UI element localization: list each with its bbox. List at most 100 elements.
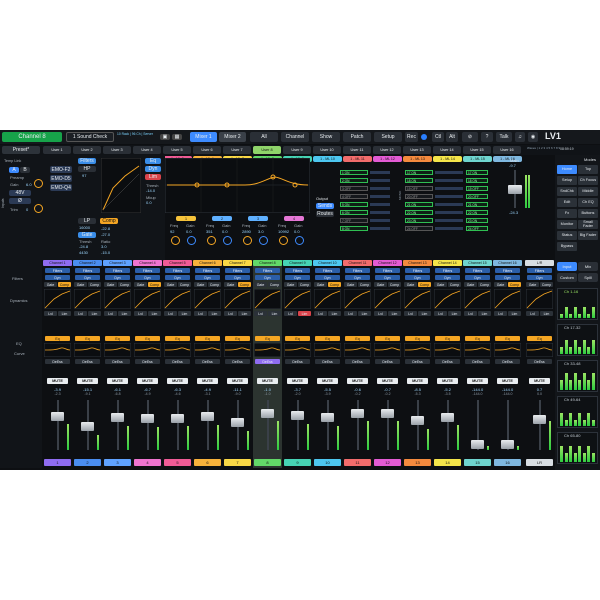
strip-1-dyn-graph[interactable] [44, 289, 71, 309]
user-layer-8[interactable]: User 8 [253, 146, 281, 154]
strip-6-eq-curve[interactable] [194, 343, 221, 357]
send-20[interactable]: 20 OFF [405, 194, 433, 199]
send-aux-6[interactable]: 22 ON [466, 210, 488, 215]
strip-13-comp[interactable]: Comp [418, 282, 431, 287]
mode-home[interactable]: Home [557, 165, 577, 174]
mode-buttons[interactable]: Buttons [578, 209, 598, 218]
strip-1-comp[interactable]: Comp [58, 282, 71, 287]
strip-1-dyn[interactable]: Dyn [45, 275, 70, 280]
strip-1-eq[interactable]: Eq [45, 336, 70, 341]
user-layer-2[interactable]: User 2 [73, 146, 101, 154]
strip-4-comp[interactable]: Comp [148, 282, 161, 287]
send-level-2[interactable] [370, 179, 390, 182]
ml-group-15[interactable]: 1 - ML 15 [463, 156, 492, 162]
strip-7-comp[interactable]: Comp [238, 282, 251, 287]
mix-layer-button[interactable]: Mix [578, 262, 598, 271]
strip-14-deess[interactable]: DeEss [435, 359, 460, 364]
strip-14-dyn[interactable]: Dyn [435, 275, 460, 280]
filters-button[interactable]: Filters [78, 158, 96, 164]
mode-bypass[interactable]: Bypass [557, 242, 577, 251]
strip-9-dyn[interactable]: Dyn [285, 275, 310, 280]
strip-4-fader-cap[interactable] [141, 414, 154, 424]
strip-lr-gate[interactable]: Gate [526, 282, 539, 287]
send-24[interactable]: 24 OFF [405, 226, 433, 231]
strip-12-lvl[interactable]: Lvl [374, 311, 387, 316]
strip-15-name[interactable]: Channel 15 [463, 260, 492, 266]
send-2[interactable]: 2 ON [340, 178, 368, 183]
user-layer-15[interactable]: User 15 [463, 146, 491, 154]
send-aux-2[interactable]: 18 ON [466, 178, 488, 183]
headphones-icon[interactable]: ♫ [515, 132, 525, 142]
eq-band-2-button[interactable]: 2 [212, 216, 232, 221]
strip-1-gate[interactable]: Gate [44, 282, 57, 287]
strip-11-dyn[interactable]: Dyn [345, 275, 370, 280]
strip-11-gate[interactable]: Gate [344, 282, 357, 287]
send-level-24[interactable] [435, 227, 463, 230]
user-layer-14[interactable]: User 14 [433, 146, 461, 154]
hp-button[interactable]: HP [78, 166, 96, 172]
strip-7-lvl[interactable]: Lvl [224, 311, 237, 316]
strip-6-number[interactable]: 6 [194, 459, 221, 466]
strip-12-fader-cap[interactable] [381, 408, 394, 418]
user-layer-9[interactable]: User 9 [283, 146, 311, 154]
strip-5-lvl[interactable]: Lvl [164, 311, 177, 316]
send-level-17[interactable] [435, 171, 463, 174]
strip-10-eq[interactable]: Eq [315, 336, 340, 341]
strip-14-mute-button[interactable]: MUTE [437, 378, 458, 384]
send-level-20[interactable] [435, 195, 463, 198]
strip-15-lim[interactable]: Lim [478, 311, 491, 316]
mode-monitor[interactable]: Monitor [557, 220, 577, 229]
strip-10-comp[interactable]: Comp [328, 282, 341, 287]
strip-6-dyn-graph[interactable] [194, 289, 221, 309]
mode-setup[interactable]: Setup [557, 176, 577, 185]
preset-button[interactable]: Preset* [2, 146, 40, 154]
sends-button[interactable]: Sends [316, 203, 334, 209]
send-7[interactable]: 7 OFF [340, 218, 368, 223]
strip-5-fader-cap[interactable] [171, 413, 184, 423]
talk-button[interactable]: Talk [496, 132, 512, 142]
strip-5-lim[interactable]: Lim [178, 311, 191, 316]
clear-solo-button[interactable]: ⊘ [462, 132, 478, 142]
strip-3-number[interactable]: 3 [104, 459, 131, 466]
strip-8-filters[interactable]: Filters [255, 268, 280, 273]
send-8[interactable]: 8 ON [340, 226, 368, 231]
strip-6-fader-cap[interactable] [201, 412, 214, 422]
phantom-button[interactable]: 48V [9, 190, 31, 196]
alt-button[interactable]: Alt [446, 132, 458, 142]
strip-11-dyn-graph[interactable] [344, 289, 371, 309]
strip-11-deess[interactable]: DeEss [345, 359, 370, 364]
strip-5-gate[interactable]: Gate [164, 282, 177, 287]
strip-5-comp[interactable]: Comp [178, 282, 191, 287]
strip-14-comp[interactable]: Comp [448, 282, 461, 287]
strip-16-mute-button[interactable]: MUTE [497, 378, 518, 384]
eq-band-4-freq-knob[interactable] [279, 236, 288, 245]
send-17[interactable]: 17 ON [405, 170, 433, 175]
strip-lr-dyn-graph[interactable] [526, 289, 553, 309]
strip-2-gate[interactable]: Gate [74, 282, 87, 287]
strip-12-mute-button[interactable]: MUTE [377, 378, 398, 384]
user-layer-1[interactable]: User 1 [43, 146, 71, 154]
strip-7-deess[interactable]: DeEss [225, 359, 250, 364]
custom-layer-button[interactable]: Custom [557, 273, 577, 282]
strip-11-comp[interactable]: Comp [358, 282, 371, 287]
send-aux-7[interactable]: 23 ON [466, 218, 488, 223]
strip-lr-name[interactable]: L/R [525, 260, 554, 266]
dyn-lim-button[interactable]: Lim [145, 174, 161, 180]
strip-1-name[interactable]: Channel 1 [43, 260, 72, 266]
strip-2-number[interactable]: 2 [74, 459, 101, 466]
strip-16-eq-curve[interactable] [494, 343, 521, 357]
strip-13-lvl[interactable]: Lvl [404, 311, 417, 316]
strip-15-mute-button[interactable]: MUTE [467, 378, 488, 384]
strip-8-gate[interactable]: Gate [254, 282, 267, 287]
send-level-5[interactable] [370, 203, 390, 206]
ctl-button[interactable]: Ctl [432, 132, 444, 142]
strip-16-fader-cap[interactable] [501, 440, 514, 449]
strip-12-eq-curve[interactable] [374, 343, 401, 357]
strip-14-dyn-graph[interactable] [434, 289, 461, 309]
strip-9-filters[interactable]: Filters [285, 268, 310, 273]
strip-7-dyn[interactable]: Dyn [225, 275, 250, 280]
strip-14-lim[interactable]: Lim [448, 311, 461, 316]
strip-10-deess[interactable]: DeEss [315, 359, 340, 364]
eq-curve-graph[interactable] [165, 158, 310, 213]
strip-7-lim[interactable]: Lim [238, 311, 251, 316]
